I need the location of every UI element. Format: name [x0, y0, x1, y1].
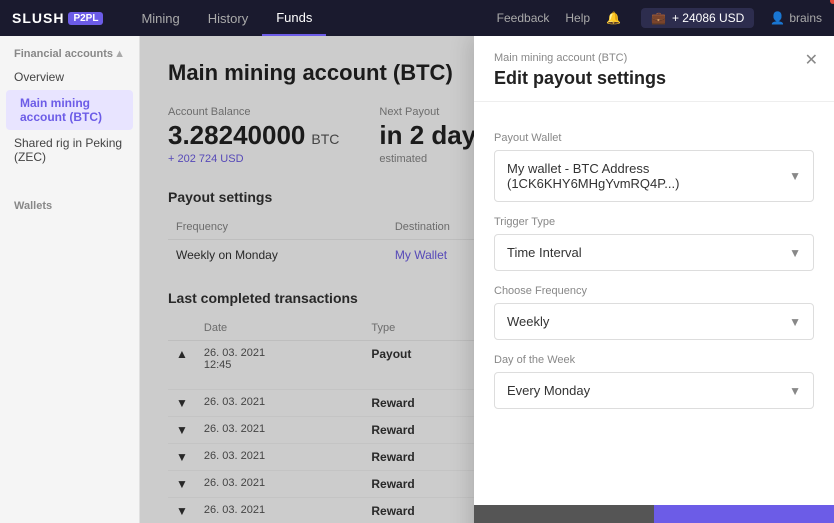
nav-bell[interactable]: 🔔: [606, 11, 625, 25]
frequency-select-value: Weekly: [507, 314, 549, 329]
modal: Main mining account (BTC) Edit payout se…: [474, 36, 834, 523]
modal-footer: Cancel Confirm Changes: [474, 505, 834, 523]
user-icon: 👤: [770, 11, 785, 25]
nav-funds[interactable]: Funds: [262, 0, 326, 36]
wallet-chevron-icon: ▼: [789, 169, 801, 183]
modal-body: Payout Wallet My wallet - BTC Address (1…: [474, 102, 834, 505]
day-select-value: Every Monday: [507, 383, 590, 398]
username: brains: [789, 11, 822, 25]
wallet-field-label: Payout Wallet: [494, 132, 814, 144]
day-field-label: Day of the Week: [494, 354, 814, 366]
logo-badge: P2PL: [68, 12, 103, 25]
modal-header-sub: Main mining account (BTC): [494, 52, 814, 64]
modal-header: Main mining account (BTC) Edit payout se…: [474, 36, 834, 102]
sidebar-collapse-icon[interactable]: ▲: [114, 48, 125, 60]
nav-history[interactable]: History: [194, 0, 262, 36]
trigger-chevron-icon: ▼: [789, 246, 801, 260]
confirm-button[interactable]: Confirm Changes: [654, 505, 834, 523]
wallet-select-value: My wallet - BTC Address (1CK6KHY6MHgYvmR…: [507, 161, 789, 191]
frequency-chevron-icon: ▼: [789, 315, 801, 329]
trigger-select[interactable]: Time Interval ▼: [494, 234, 814, 271]
sidebar-item-overview[interactable]: Overview: [0, 64, 139, 90]
wallet-amount: + 24086 USD: [672, 11, 744, 25]
frequency-field-label: Choose Frequency: [494, 285, 814, 297]
frequency-select[interactable]: Weekly ▼: [494, 303, 814, 340]
nav-mining[interactable]: Mining: [127, 0, 193, 36]
user-button[interactable]: 👤 brains: [770, 11, 822, 25]
day-chevron-icon: ▼: [789, 384, 801, 398]
app: SLUSH P2PL Mining History Funds Feedback…: [0, 0, 834, 523]
wallets-label: Wallets: [0, 194, 139, 216]
bell-dot: [830, 0, 834, 4]
main-layout: Financial accounts ▲ Overview Main minin…: [0, 36, 834, 523]
financial-accounts-label: Financial accounts: [14, 48, 113, 60]
logo-text: SLUSH: [12, 10, 64, 26]
top-nav: SLUSH P2PL Mining History Funds Feedback…: [0, 0, 834, 36]
main-content: Main mining account (BTC) ··· Account Ba…: [140, 36, 834, 523]
wallet-icon: 💼: [651, 11, 666, 25]
logo: SLUSH P2PL: [12, 10, 103, 26]
modal-title: Edit payout settings: [494, 68, 814, 89]
sidebar-item-shared-zec[interactable]: Shared rig in Peking (ZEC): [0, 130, 139, 170]
trigger-select-value: Time Interval: [507, 245, 582, 260]
sidebar-divider: [0, 178, 139, 186]
sidebar: Financial accounts ▲ Overview Main minin…: [0, 36, 140, 523]
wallet-select[interactable]: My wallet - BTC Address (1CK6KHY6MHgYvmR…: [494, 150, 814, 202]
trigger-field-label: Trigger Type: [494, 216, 814, 228]
nav-right: Feedback Help 🔔 💼 + 24086 USD 👤 brains: [497, 8, 822, 28]
modal-close-button[interactable]: ✕: [805, 50, 818, 70]
wallet-button[interactable]: 💼 + 24086 USD: [641, 8, 754, 28]
nav-help[interactable]: Help: [565, 11, 590, 25]
cancel-button[interactable]: Cancel: [474, 505, 654, 523]
nav-feedback[interactable]: Feedback: [497, 11, 550, 25]
sidebar-item-main-btc[interactable]: Main mining account (BTC): [6, 90, 133, 130]
day-select[interactable]: Every Monday ▼: [494, 372, 814, 409]
